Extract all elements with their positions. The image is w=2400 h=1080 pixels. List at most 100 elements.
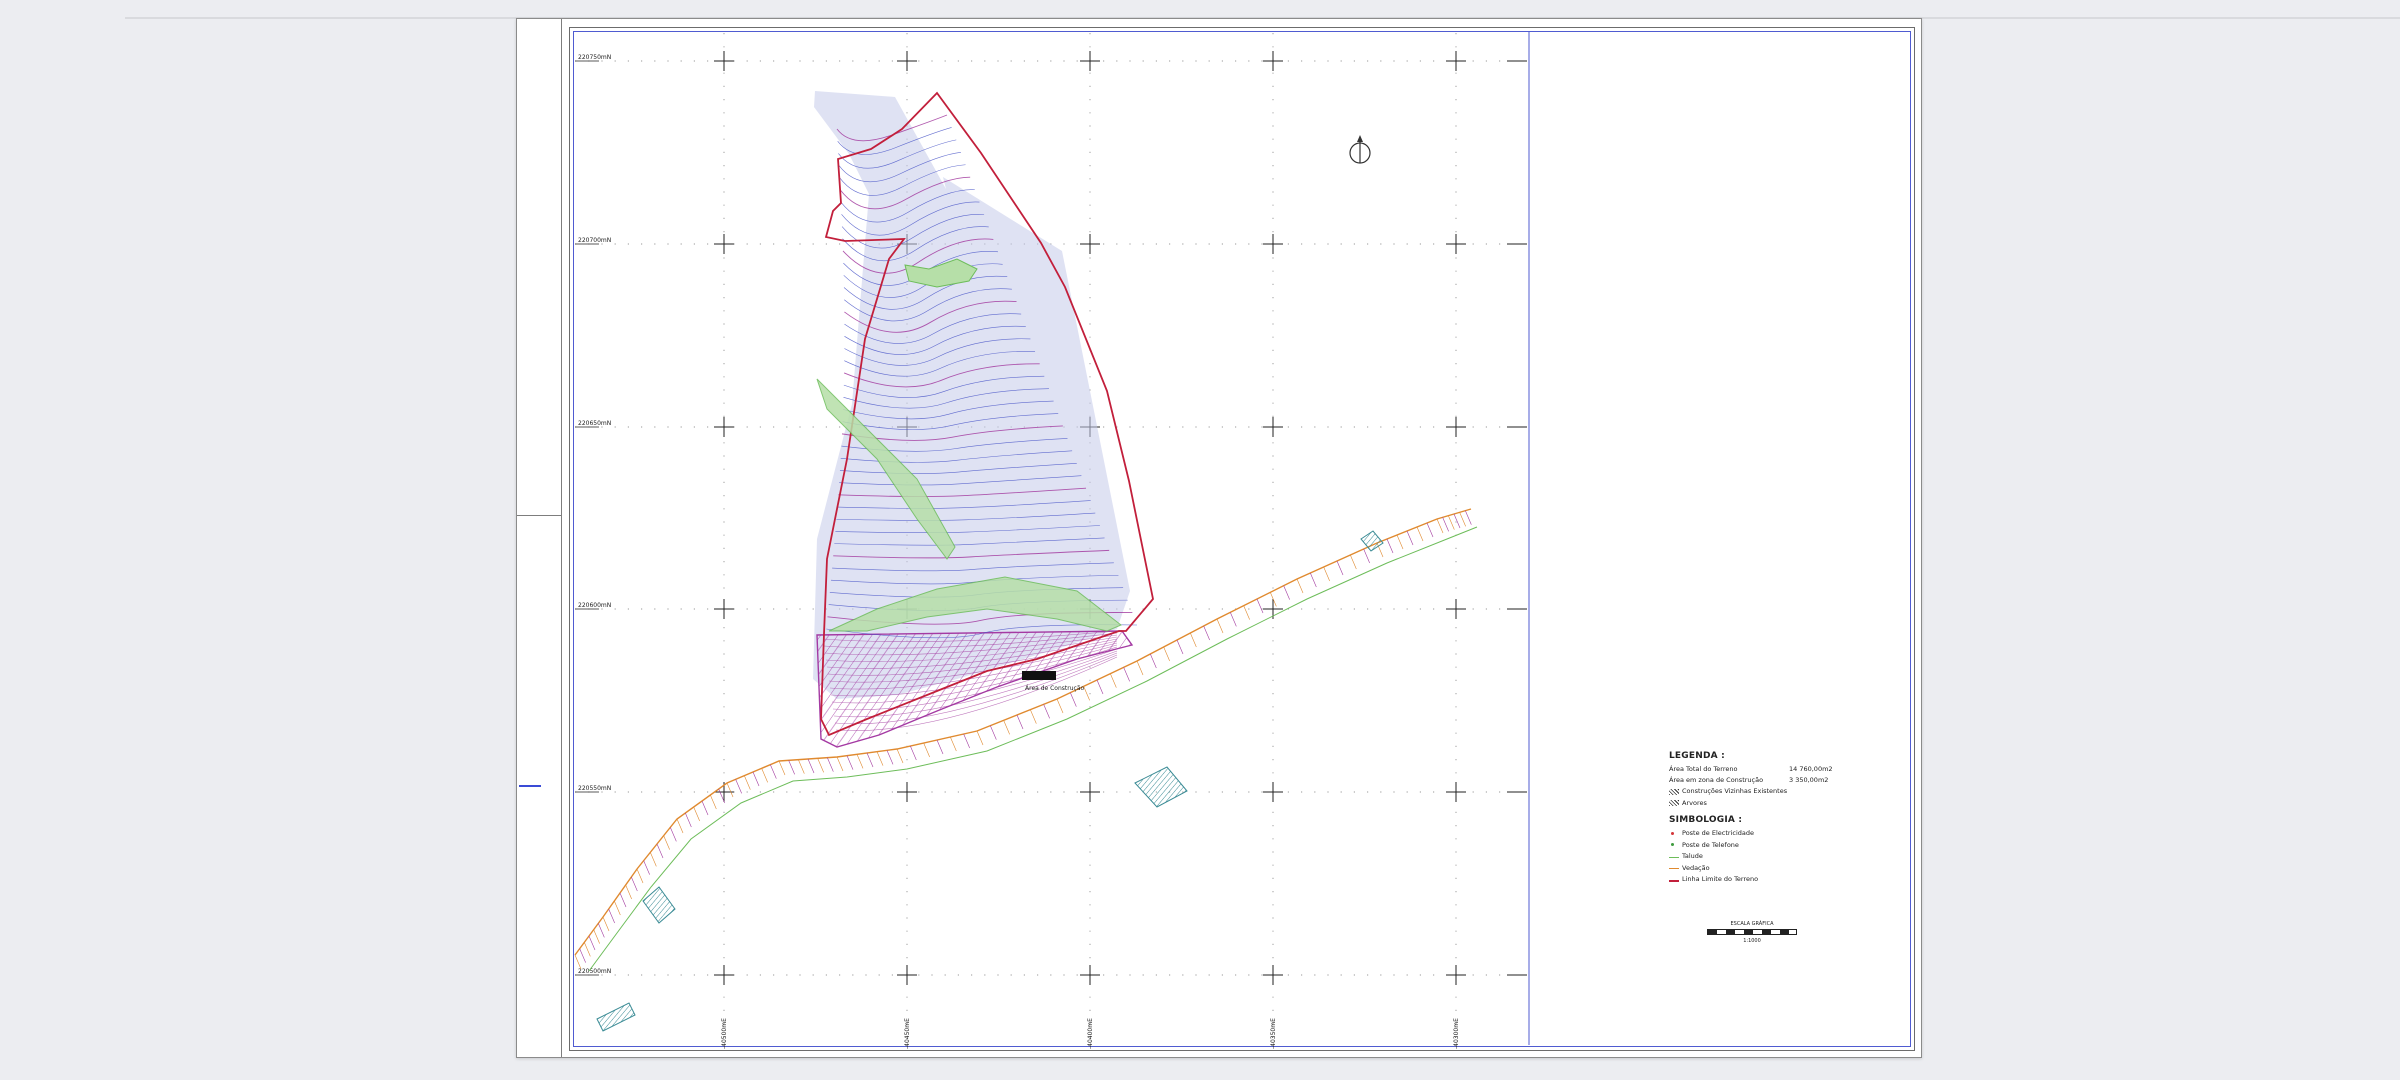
legend-row-construction-area: Área em zona de Construção 3 350,00m2 bbox=[1669, 775, 1849, 786]
construction-zone-caption: Área de Construção bbox=[1025, 685, 1085, 692]
fence-line-icon bbox=[1669, 865, 1679, 871]
legend-item-trees: Arvores bbox=[1669, 798, 1849, 810]
legend-row-total-area: Área Total do Terreno 14 760,00m2 bbox=[1669, 764, 1849, 775]
road-tick bbox=[1083, 686, 1090, 701]
road-tick bbox=[1363, 548, 1370, 564]
legend-item-neighbour-buildings: Construções Vizinhas Existentes bbox=[1669, 786, 1849, 798]
symbol-boundary: Linha Limite do Terreno bbox=[1669, 874, 1849, 886]
road-tick bbox=[593, 929, 600, 944]
road-tick bbox=[701, 800, 709, 816]
symbol-label: Poste de Electricidade bbox=[1682, 829, 1754, 837]
grid-label-east: -40500mE bbox=[721, 1018, 728, 1049]
road-tick bbox=[817, 758, 824, 773]
road-tick bbox=[1030, 709, 1037, 724]
road-tick bbox=[1310, 572, 1317, 588]
road-tick bbox=[1350, 554, 1357, 570]
road-tick bbox=[710, 794, 717, 810]
road-tick bbox=[1123, 667, 1130, 682]
road-tick bbox=[1448, 515, 1455, 530]
road-tick bbox=[1396, 534, 1404, 550]
symbol-label: Talude bbox=[1682, 852, 1703, 860]
road-tick bbox=[788, 760, 795, 775]
road-tick bbox=[836, 756, 844, 772]
road-tick bbox=[936, 739, 944, 755]
legend-row-value: 14 760,00m2 bbox=[1789, 765, 1833, 773]
road-tick bbox=[735, 779, 742, 794]
graphic-scale: ESCALA GRÁFICA 1:1000 bbox=[1707, 921, 1797, 951]
legend-item-label: Construções Vizinhas Existentes bbox=[1682, 787, 1788, 795]
road-tick bbox=[602, 916, 610, 932]
topographic-map: 220750mN 220700mN 220650mN 220600mN 220550mN… bbox=[574, 31, 1530, 1049]
road-tick bbox=[910, 745, 917, 761]
grid-label-north: 220750mN bbox=[578, 54, 611, 61]
telephone-pole-icon bbox=[1669, 842, 1679, 848]
hatch-icon bbox=[1669, 788, 1679, 795]
road-tick bbox=[770, 764, 777, 779]
neighbour-building-2 bbox=[642, 886, 676, 924]
road-tick bbox=[1070, 692, 1077, 707]
road-tick bbox=[1163, 646, 1170, 662]
scale-title: ESCALA GRÁFICA bbox=[1730, 921, 1774, 927]
road-tick bbox=[614, 900, 621, 916]
road-tick bbox=[643, 860, 650, 875]
road-tick bbox=[579, 948, 586, 963]
road-tick bbox=[1323, 566, 1330, 582]
road-tick bbox=[1426, 522, 1434, 538]
road-tick bbox=[1230, 612, 1237, 627]
road-tick bbox=[1296, 578, 1304, 594]
viewer-topbar bbox=[0, 0, 2400, 18]
road-tick bbox=[636, 868, 644, 884]
road-tick bbox=[584, 942, 591, 957]
road-tick bbox=[1243, 605, 1250, 620]
road-tick bbox=[631, 876, 638, 892]
grid-label-north: 220600mN bbox=[578, 602, 611, 609]
road-tick bbox=[588, 935, 596, 951]
slope-line-icon bbox=[1669, 854, 1679, 860]
road-tick bbox=[1016, 714, 1024, 730]
road-tick bbox=[1459, 512, 1466, 527]
symbol-electric-pole: Poste de Electricidade bbox=[1669, 828, 1849, 840]
road-tick bbox=[798, 759, 805, 774]
symbology-title: SIMBOLOGIA : bbox=[1669, 815, 1743, 825]
grid-label-north: 220550mN bbox=[578, 785, 611, 792]
symbol-fence: Vedação bbox=[1669, 863, 1849, 875]
symbol-slope: Talude bbox=[1669, 851, 1849, 863]
road-tick bbox=[1003, 720, 1010, 735]
road-tick bbox=[896, 748, 904, 764]
hatch-icon bbox=[1669, 800, 1679, 807]
legend-panel: LEGENDA : Área Total do Terreno 14 760,0… bbox=[1669, 751, 1849, 886]
road-tick bbox=[1416, 526, 1424, 542]
road-tick bbox=[856, 754, 864, 769]
grid-label-north: 220500mN bbox=[578, 968, 611, 975]
road-tick bbox=[752, 771, 760, 787]
road-tick bbox=[1442, 517, 1449, 532]
road-tick bbox=[1465, 510, 1472, 525]
road-tick bbox=[1386, 538, 1394, 554]
symbol-label: Vedação bbox=[1682, 863, 1710, 872]
construction-zone-label bbox=[1022, 671, 1056, 680]
road-tick bbox=[1283, 585, 1290, 600]
road-tick bbox=[744, 775, 751, 790]
road-tick bbox=[1056, 698, 1064, 714]
legend-row-value: 3 350,00m2 bbox=[1789, 776, 1829, 784]
grid-label-north: 220700mN bbox=[578, 237, 611, 244]
road-tick bbox=[778, 760, 786, 776]
road-tick bbox=[1453, 513, 1461, 529]
road-tick bbox=[625, 884, 632, 900]
road-tick bbox=[1436, 518, 1444, 534]
road-tick bbox=[598, 923, 605, 938]
symbol-label: Poste de Telefone bbox=[1682, 840, 1739, 849]
road-tick bbox=[1150, 653, 1157, 669]
road-tick bbox=[827, 757, 834, 772]
grid-labels-east: -40500mE -40450mE -40400mE -40350mE -40300mE bbox=[721, 1018, 1460, 1049]
road-tick bbox=[976, 730, 984, 746]
road-tick bbox=[663, 835, 670, 850]
drawing-sheet[interactable]: 220750mN 220700mN 220650mN 220600mN 220550mN… bbox=[516, 18, 1922, 1058]
road-tick bbox=[1096, 679, 1104, 695]
legend-title: LEGENDA : bbox=[1669, 751, 1725, 761]
scale-ruler bbox=[1707, 929, 1797, 935]
road-tick bbox=[1043, 704, 1050, 719]
scale-subtitle: 1:1000 bbox=[1743, 938, 1761, 944]
legend-item-label: Arvores bbox=[1682, 798, 1707, 807]
road-tick bbox=[1190, 632, 1197, 648]
